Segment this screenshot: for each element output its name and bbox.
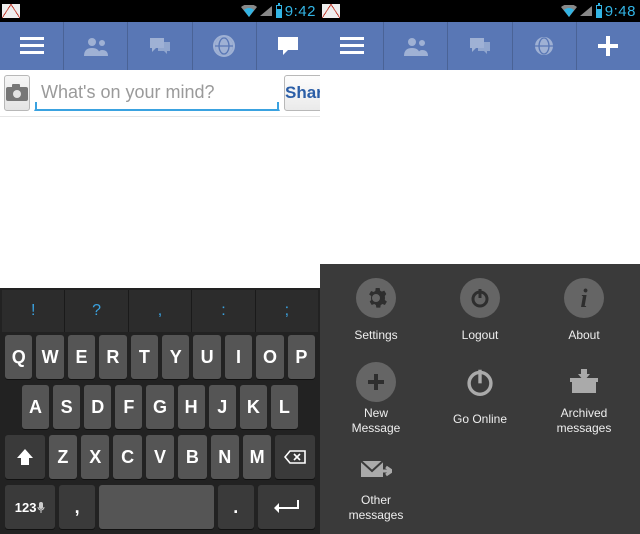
hint-key[interactable]: , [129,290,192,332]
signal-icon [580,6,592,16]
signal-icon [260,6,272,16]
notifications-icon[interactable] [513,22,577,70]
key-r[interactable]: R [99,335,126,379]
camera-button[interactable] [4,75,30,111]
space-key[interactable] [99,485,214,529]
key-h[interactable]: H [178,385,205,429]
key-k[interactable]: K [240,385,267,429]
wifi-icon [561,5,577,17]
backspace-key[interactable] [275,435,315,479]
status-input[interactable] [34,75,280,111]
shift-key[interactable] [5,435,45,479]
compose-button[interactable] [577,22,640,70]
key-s[interactable]: S [53,385,80,429]
sheet-archived[interactable]: Archived messages [532,358,636,439]
menu-button[interactable] [0,22,64,70]
key-t[interactable]: T [131,335,158,379]
key-v[interactable]: V [146,435,174,479]
notifications-icon[interactable] [193,22,257,70]
key-p[interactable]: P [288,335,315,379]
key-n[interactable]: N [211,435,239,479]
key-g[interactable]: G [146,385,173,429]
comma-key[interactable]: , [59,485,95,529]
gmail-icon [2,4,20,18]
messages-icon[interactable] [128,22,192,70]
navbar-left [0,22,320,70]
key-b[interactable]: B [178,435,206,479]
period-key[interactable]: . [218,485,254,529]
wifi-icon [241,5,257,17]
info-icon: i [564,278,604,318]
navbar-right [320,22,640,70]
key-o[interactable]: O [256,335,283,379]
sheet-go-online[interactable]: Go Online [428,358,532,439]
messages-icon[interactable] [448,22,512,70]
envelope-icon [356,449,396,489]
statusbar-right: 9:48 [320,0,640,22]
sheet-settings[interactable]: Settings [324,274,428,352]
friends-icon[interactable] [384,22,448,70]
key-e[interactable]: E [68,335,95,379]
clock: 9:48 [605,3,636,20]
clock: 9:42 [285,3,316,20]
power-icon [460,362,500,402]
sheet-logout[interactable]: Logout [428,274,532,352]
key-m[interactable]: M [243,435,271,479]
key-a[interactable]: A [22,385,49,429]
hint-key[interactable]: ! [2,290,65,332]
archive-icon [564,362,604,402]
key-x[interactable]: X [81,435,109,479]
key-d[interactable]: D [84,385,111,429]
key-q[interactable]: Q [5,335,32,379]
chat-button[interactable] [257,22,320,70]
key-f[interactable]: F [115,385,142,429]
key-w[interactable]: W [36,335,63,379]
key-z[interactable]: Z [49,435,77,479]
key-c[interactable]: C [113,435,141,479]
power-icon [460,278,500,318]
sheet-other-messages[interactable]: Other messages [324,445,428,526]
sheet-new-message[interactable]: New Message [324,358,428,439]
hint-key[interactable]: : [192,290,255,332]
keyboard: ! ? , : ; Q W E R T Y U I O P A S D F G … [0,288,320,534]
sheet-about[interactable]: i About [532,274,636,352]
enter-key[interactable] [258,485,315,529]
battery-icon [276,5,282,18]
key-l[interactable]: L [271,385,298,429]
keyboard-hint-row: ! ? , : ; [2,290,318,332]
menu-button[interactable] [320,22,384,70]
key-i[interactable]: I [225,335,252,379]
plus-icon [356,362,396,402]
statusbar-left: 9:42 [0,0,320,22]
hint-key[interactable]: ; [256,290,318,332]
friends-icon[interactable] [64,22,128,70]
action-sheet: Settings Logout i About New Message Go O… [320,264,640,534]
key-y[interactable]: Y [162,335,189,379]
composer: Share [0,70,320,117]
phone-left: 9:42 Share ! ? , : [0,0,320,534]
gmail-icon [322,4,340,18]
gear-icon [356,278,396,318]
battery-icon [596,5,602,18]
symbols-key[interactable]: 123 [5,485,55,529]
phone-right: 9:48 Settings Logout [320,0,640,534]
key-u[interactable]: U [193,335,220,379]
key-j[interactable]: J [209,385,236,429]
hint-key[interactable]: ? [65,290,128,332]
